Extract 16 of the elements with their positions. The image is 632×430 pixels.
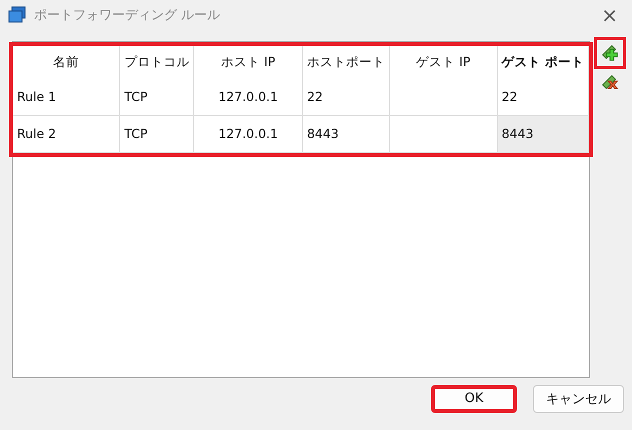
table-cell: Rule 1 — [13, 78, 120, 116]
table-cell: 8443 — [302, 115, 390, 152]
cancel-button[interactable]: キャンセル — [533, 384, 624, 413]
table-cell: TCP — [120, 78, 194, 116]
table-cell: 22 — [302, 78, 390, 116]
table-cell: 8443 — [497, 115, 588, 152]
table-cell: Rule 2 — [13, 115, 120, 152]
add-rule-button[interactable] — [594, 36, 626, 69]
table-cell: 127.0.0.1 — [194, 115, 302, 152]
window-title: ポートフォワーディング ルール — [34, 6, 222, 24]
close-button[interactable]: × — [595, 2, 624, 27]
table-cell: 22 — [497, 78, 588, 116]
table-cell: 127.0.0.1 — [194, 78, 302, 116]
ok-button[interactable]: OK — [431, 384, 517, 413]
table-cell: TCP — [120, 115, 194, 152]
window-app-icon — [8, 6, 26, 24]
